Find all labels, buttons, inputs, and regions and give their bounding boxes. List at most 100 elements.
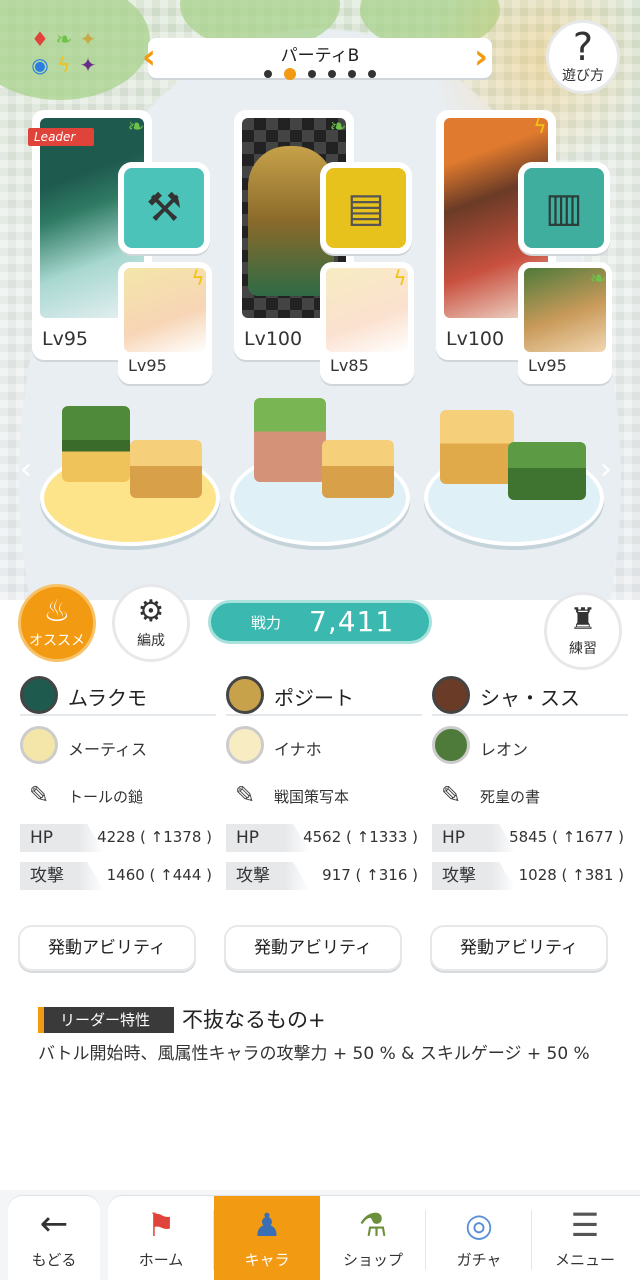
sub-character-card-2[interactable]: ϟ Lv85 <box>320 262 414 384</box>
formation-label: 編成 <box>137 633 165 649</box>
avatar <box>432 726 470 764</box>
sub-character-level: Lv95 <box>128 356 167 375</box>
avatar <box>226 676 264 714</box>
nav-chara[interactable]: ♟ キャラ <box>214 1196 320 1280</box>
avatar <box>226 726 264 764</box>
main-character-row[interactable]: シャ・スス <box>432 672 628 716</box>
main-character-row[interactable]: ムラクモ <box>20 672 216 716</box>
hp-stat: HP 4228 ( ↑1378 ) <box>20 820 216 858</box>
page-dot <box>308 70 316 78</box>
scene-right-arrow-icon: › <box>600 452 612 487</box>
nav-shop[interactable]: ⚗ ショップ <box>320 1196 426 1280</box>
question-icon: ? <box>572 25 594 69</box>
hp-label: HP <box>432 824 516 852</box>
party-title: パーティB <box>280 46 360 66</box>
nav-gacha-label: ガチャ <box>456 1251 502 1269</box>
sub-character-card-1[interactable]: ϟ Lv95 <box>118 262 212 384</box>
sub-character-row[interactable]: イナホ <box>226 716 422 772</box>
leader-skill-label: リーダー特性 <box>38 1007 174 1033</box>
sub-character-name: メーティス <box>68 740 148 759</box>
hp-stat: HP 4562 ( ↑1333 ) <box>226 820 422 858</box>
bottom-nav: ← もどる ⚑ ホーム ♟ キャラ ⚗ ショップ ◎ ガチャ ☰ メニュー <box>0 1190 640 1280</box>
character-level: Lv100 <box>446 328 505 350</box>
sub-character-name: レオン <box>480 740 529 759</box>
home-icon: ⚑ <box>146 1206 176 1244</box>
orb-icon: ◉ <box>31 53 49 77</box>
practice-label: 練習 <box>569 641 597 657</box>
leader-skill-name: 不抜なるもの+ <box>182 1008 326 1032</box>
ability-button-1[interactable]: 発動アビリティ <box>18 925 196 971</box>
equipped-item-2[interactable]: ▤ <box>320 162 412 254</box>
leaf-icon: ❧ <box>55 27 73 51</box>
item-name: 死皇の書 <box>480 788 541 806</box>
lightning-icon: ϟ <box>393 266 407 290</box>
avatar <box>20 726 58 764</box>
help-label: 遊び方 <box>562 68 604 84</box>
back-button[interactable]: ← もどる <box>8 1196 100 1280</box>
hp-value: 4562 ( ↑1333 ) <box>303 828 418 846</box>
nav-divider <box>425 1210 426 1270</box>
nav-menu[interactable]: ☰ メニュー <box>532 1196 638 1280</box>
equipped-item-1[interactable]: ⚒ <box>118 162 210 254</box>
nav-tabs: ⚑ ホーム ♟ キャラ ⚗ ショップ ◎ ガチャ ☰ メニュー <box>108 1196 640 1280</box>
party-page-dots <box>264 68 376 80</box>
main-character-row[interactable]: ポジート <box>226 672 422 716</box>
ability-button-3[interactable]: 発動アビリティ <box>430 925 608 971</box>
party-member-column-2: ポジート イナホ ✎ 戦国策写本 HP 4562 ( ↑1333 ) 攻撃 91… <box>226 672 422 896</box>
star-icon: ✦ <box>79 53 97 77</box>
recommend-button[interactable]: ♨ オススメ <box>18 584 96 662</box>
character-name: ムラクモ <box>68 686 147 710</box>
item-row[interactable]: ✎ 死皇の書 <box>432 772 628 820</box>
nav-chara-label: キャラ <box>244 1251 290 1269</box>
practice-button[interactable]: ♜ 練習 <box>544 592 622 670</box>
party-member-column-3: シャ・スス レオン ✎ 死皇の書 HP 5845 ( ↑1677 ) 攻撃 10… <box>432 672 628 896</box>
attack-stat: 攻撃 1460 ( ↑444 ) <box>20 858 216 896</box>
chara-icon: ♟ <box>252 1206 282 1244</box>
nav-home-label: ホーム <box>138 1251 184 1269</box>
lightning-icon: ϟ <box>57 53 71 77</box>
power-label: 戦力 <box>251 614 282 632</box>
character-name: シャ・スス <box>480 686 580 710</box>
person-gear-icon: ⚙ <box>137 594 165 629</box>
item-slot-icon: ✎ <box>440 781 462 809</box>
item-slot-icon: ✎ <box>28 781 50 809</box>
prev-party-button[interactable]: ‹ <box>142 38 164 78</box>
sub-character-card-3[interactable]: ❧ Lv95 <box>518 262 612 384</box>
book-icon: ▥ <box>524 168 604 248</box>
equipped-item-3[interactable]: ▥ <box>518 162 610 254</box>
nav-home[interactable]: ⚑ ホーム <box>108 1196 214 1280</box>
attack-value: 1028 ( ↑381 ) <box>518 866 624 884</box>
leader-tag: Leader <box>28 128 94 146</box>
nav-divider <box>213 1210 214 1270</box>
next-party-button[interactable]: › <box>474 38 496 78</box>
menu-icon: ☰ <box>570 1206 600 1244</box>
leaf-icon: ❧ <box>329 114 347 138</box>
power-value: 7,411 <box>309 605 395 638</box>
avatar <box>432 676 470 714</box>
sparkle-icon: ✦ <box>79 27 97 51</box>
attack-value: 917 ( ↑316 ) <box>322 866 418 884</box>
attack-value: 1460 ( ↑444 ) <box>106 866 212 884</box>
lightning-icon: ϟ <box>533 114 547 138</box>
recommend-label: オススメ <box>29 633 85 649</box>
help-button[interactable]: ? 遊び方 <box>546 20 620 94</box>
leaf-icon: ❧ <box>127 114 145 138</box>
item-row[interactable]: ✎ 戦国策写本 <box>226 772 422 820</box>
party-member-column-1: ムラクモ メーティス ✎ トールの鎚 HP 4228 ( ↑1378 ) 攻撃 … <box>20 672 216 896</box>
item-row[interactable]: ✎ トールの鎚 <box>20 772 216 820</box>
sub-character-row[interactable]: メーティス <box>20 716 216 772</box>
leader-skill-description: バトル開始時、風属性キャラの攻撃力 + 50 % & スキルゲージ + 50 % <box>38 1044 590 1064</box>
attack-label: 攻撃 <box>20 862 104 890</box>
item-slot-icon: ✎ <box>234 781 256 809</box>
formation-button[interactable]: ⚙ 編成 <box>112 584 190 662</box>
sub-character-row[interactable]: レオン <box>432 716 628 772</box>
page-dot <box>264 70 272 78</box>
sub-character-level: Lv85 <box>330 356 369 375</box>
attack-label: 攻撃 <box>432 862 516 890</box>
nav-gacha[interactable]: ◎ ガチャ <box>426 1196 532 1280</box>
character-name: ポジート <box>274 686 354 710</box>
ability-button-2[interactable]: 発動アビリティ <box>224 925 402 971</box>
page-dot <box>328 70 336 78</box>
lightning-icon: ϟ <box>191 266 205 290</box>
sub-character-level: Lv95 <box>528 356 567 375</box>
